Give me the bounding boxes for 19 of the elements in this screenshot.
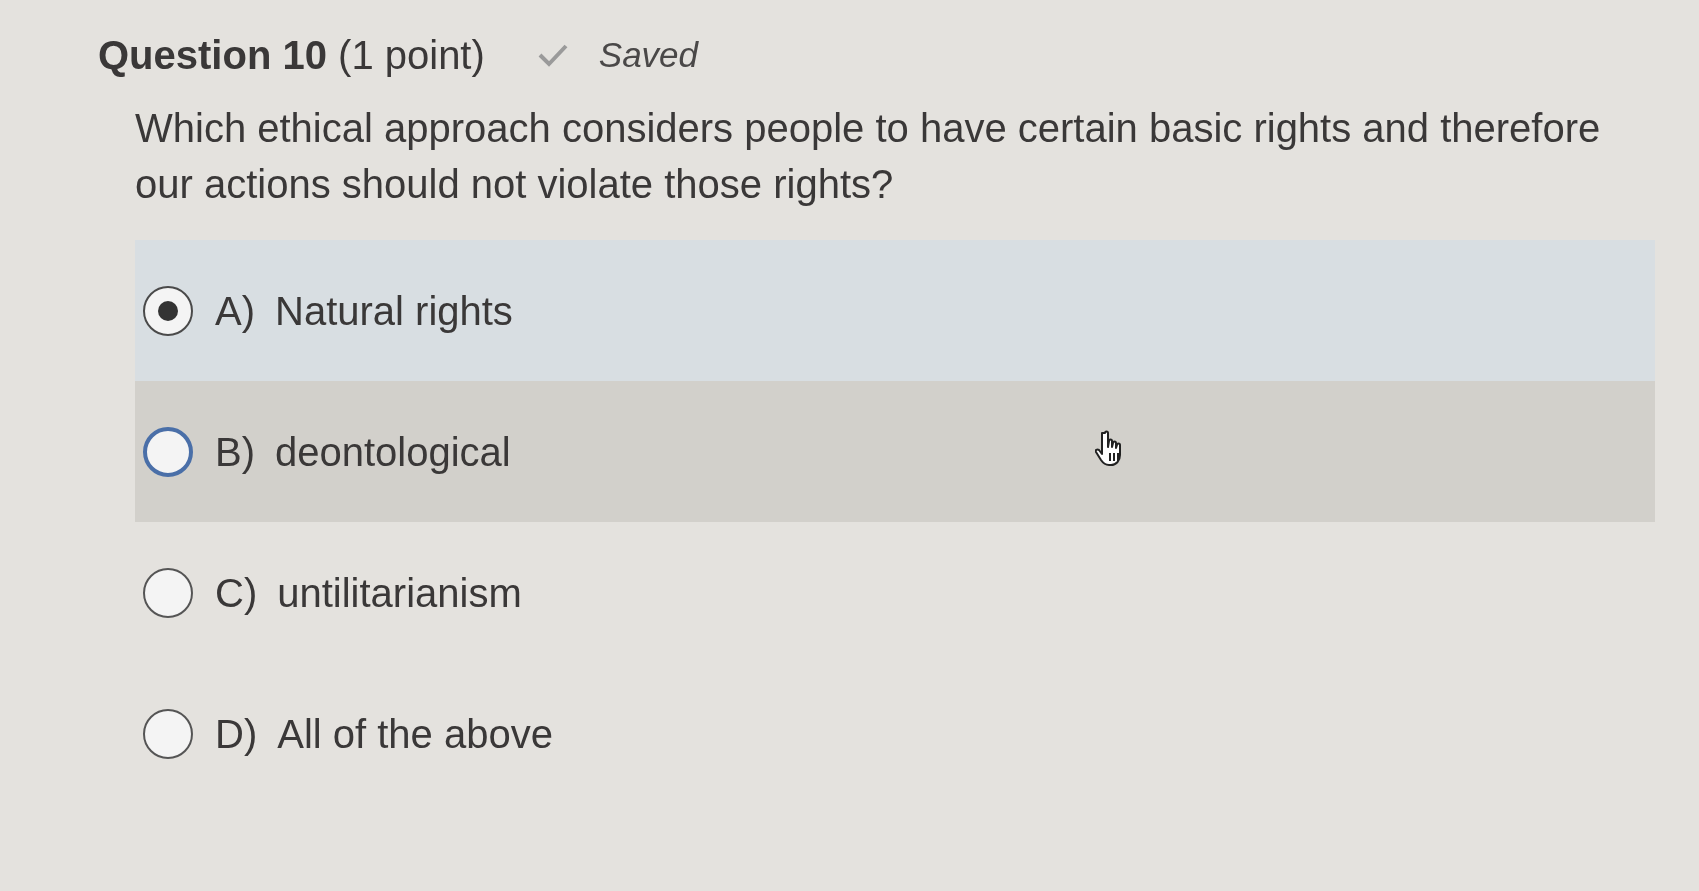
option-label: All of the above: [277, 710, 553, 758]
radio-button[interactable]: [143, 708, 193, 759]
option-letter: D): [215, 710, 258, 758]
radio-button[interactable]: [143, 567, 193, 618]
saved-status: Saved: [598, 34, 699, 76]
option-label: untilitarianism: [277, 569, 522, 617]
option-label: Natural rights: [275, 287, 513, 335]
answer-option[interactable]: B) deontological: [135, 381, 1655, 522]
question-title: Question 10 (1 point): [98, 32, 485, 79]
question-text: Which ethical approach considers people to have certain basic rights and therefore our actions should not violate those rights?: [135, 105, 1602, 208]
option-letter: A): [215, 287, 255, 335]
option-letter: B): [215, 428, 255, 476]
radio-button[interactable]: [143, 285, 193, 336]
option-label: deontological: [275, 428, 511, 476]
answer-option[interactable]: D) All of the above: [135, 663, 1655, 804]
answer-option[interactable]: A) Natural rights: [135, 240, 1655, 381]
option-letter: C): [215, 569, 258, 617]
radio-button[interactable]: [143, 426, 193, 477]
answer-option[interactable]: C) untilitarianism: [135, 522, 1655, 663]
